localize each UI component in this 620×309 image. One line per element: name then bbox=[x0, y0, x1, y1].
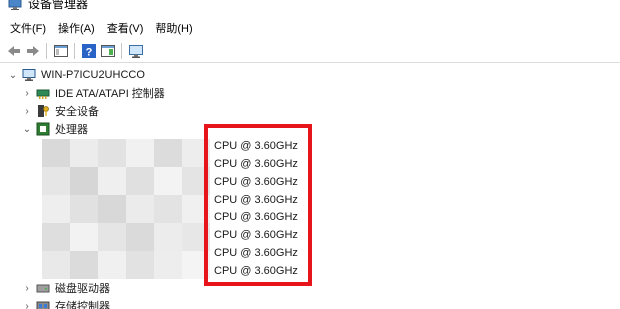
blur-cell bbox=[98, 195, 126, 223]
blur-cell bbox=[126, 251, 154, 279]
processor-item[interactable]: CPU @ 3.60GHz bbox=[214, 191, 298, 209]
scan-hardware-monitor-icon[interactable] bbox=[128, 43, 144, 59]
blur-cell bbox=[98, 251, 126, 279]
toolbar-separator bbox=[74, 43, 75, 59]
processors-label: 处理器 bbox=[55, 124, 88, 136]
security-key-icon bbox=[38, 105, 49, 117]
menu-file[interactable]: 文件(F) bbox=[4, 20, 52, 38]
tree-node-processors[interactable]: ⌄ 处理器 bbox=[22, 120, 88, 138]
processor-item[interactable]: CPU @ 3.60GHz bbox=[214, 244, 298, 262]
blur-cell bbox=[154, 167, 182, 195]
blur-cell bbox=[98, 223, 126, 251]
help-icon[interactable]: ? bbox=[81, 43, 97, 59]
blur-cell bbox=[70, 139, 98, 167]
blur-cell bbox=[98, 139, 126, 167]
device-manager-icon bbox=[8, 0, 22, 10]
toolbar-separator bbox=[121, 43, 122, 59]
chevron-right-icon[interactable]: › bbox=[22, 84, 32, 102]
blur-cell bbox=[42, 167, 70, 195]
processor-item[interactable]: CPU @ 3.60GHz bbox=[214, 208, 298, 226]
forward-arrow-icon[interactable] bbox=[25, 43, 41, 59]
blur-cell bbox=[42, 139, 70, 167]
blur-cell bbox=[70, 195, 98, 223]
processor-item[interactable]: CPU @ 3.60GHz bbox=[214, 137, 298, 155]
back-arrow-icon[interactable] bbox=[6, 43, 22, 59]
blur-cell bbox=[126, 139, 154, 167]
menu-action[interactable]: 操作(A) bbox=[52, 20, 101, 38]
tree-node-security-devices[interactable]: › 安全设备 bbox=[22, 102, 99, 120]
blur-cell bbox=[70, 251, 98, 279]
blur-cell bbox=[182, 139, 210, 167]
processor-item[interactable]: CPU @ 3.60GHz bbox=[214, 173, 298, 191]
blurred-region bbox=[42, 139, 210, 279]
processor-item[interactable]: CPU @ 3.60GHz bbox=[214, 155, 298, 173]
tree-node-computer[interactable]: ⌄ WIN-P7ICU2UHCCO bbox=[8, 66, 145, 84]
blur-cell bbox=[70, 223, 98, 251]
computer-icon bbox=[22, 69, 36, 81]
tree-node-storage-controllers[interactable]: › 存储控制器 bbox=[22, 297, 110, 309]
toolbar-separator bbox=[46, 43, 47, 59]
blur-cell bbox=[182, 223, 210, 251]
disk-drive-icon bbox=[36, 284, 50, 293]
toolbar: ? bbox=[0, 40, 620, 63]
window-title: 设备管理器 bbox=[28, 0, 89, 11]
blur-cell bbox=[154, 195, 182, 223]
blur-cell bbox=[126, 195, 154, 223]
ide-controller-label: IDE ATA/ATAPI 控制器 bbox=[55, 88, 165, 100]
blur-cell bbox=[182, 251, 210, 279]
device-manager-window: 设备管理器 文件(F) 操作(A) 查看(V) 帮助(H) ? ⌄ WIN-P7… bbox=[0, 0, 620, 309]
security-devices-label: 安全设备 bbox=[55, 106, 99, 118]
blur-cell bbox=[154, 139, 182, 167]
show-hide-console-tree-icon[interactable] bbox=[53, 43, 69, 59]
chevron-right-icon[interactable]: › bbox=[22, 102, 32, 120]
storage-controllers-label: 存储控制器 bbox=[55, 301, 110, 309]
computer-name: WIN-P7ICU2UHCCO bbox=[41, 69, 145, 81]
chevron-right-icon[interactable]: › bbox=[22, 279, 32, 297]
processor-item[interactable]: CPU @ 3.60GHz bbox=[214, 226, 298, 244]
tree-node-disk-drives[interactable]: › 磁盘驱动器 bbox=[22, 279, 110, 297]
blur-cell bbox=[182, 195, 210, 223]
properties-pane-icon[interactable] bbox=[100, 43, 116, 59]
title-bar: 设备管理器 bbox=[0, 0, 620, 14]
blur-cell bbox=[154, 223, 182, 251]
chevron-right-icon[interactable]: › bbox=[22, 297, 32, 309]
processor-item[interactable]: CPU @ 3.60GHz bbox=[214, 262, 298, 280]
svg-text:?: ? bbox=[86, 47, 93, 59]
tree-node-ide-controller[interactable]: › IDE ATA/ATAPI 控制器 bbox=[22, 84, 165, 102]
blur-cell bbox=[182, 167, 210, 195]
blur-cell bbox=[70, 167, 98, 195]
blur-cell bbox=[42, 223, 70, 251]
menu-bar: 文件(F) 操作(A) 查看(V) 帮助(H) bbox=[0, 20, 620, 38]
menu-view[interactable]: 查看(V) bbox=[101, 20, 150, 38]
chevron-down-icon[interactable]: ⌄ bbox=[8, 66, 18, 84]
ide-controller-icon bbox=[36, 89, 50, 99]
blur-cell bbox=[42, 251, 70, 279]
blur-cell bbox=[126, 223, 154, 251]
blur-cell bbox=[126, 167, 154, 195]
storage-controller-icon bbox=[36, 301, 50, 309]
blur-cell bbox=[42, 195, 70, 223]
processor-icon bbox=[36, 122, 50, 136]
blur-cell bbox=[154, 251, 182, 279]
menu-help[interactable]: 帮助(H) bbox=[149, 20, 198, 38]
chevron-down-icon[interactable]: ⌄ bbox=[22, 120, 32, 138]
blur-cell bbox=[98, 167, 126, 195]
disk-drives-label: 磁盘驱动器 bbox=[55, 283, 110, 295]
